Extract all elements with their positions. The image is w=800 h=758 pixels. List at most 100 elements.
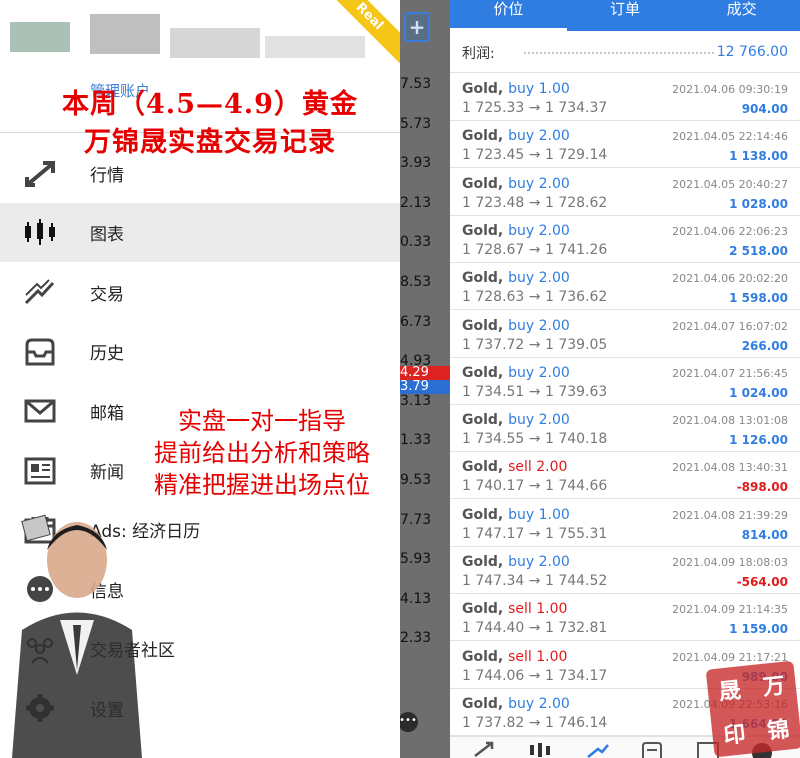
menu-item-label: 新闻: [90, 463, 124, 483]
profit-label: 利润:: [462, 46, 495, 62]
trade-row[interactable]: Gold, buy 2.00 1 728.63 → 1 736.62 2021.04…: [450, 263, 800, 311]
trade-side: sell 1.00: [508, 648, 568, 665]
trade-side: buy 2.00: [508, 364, 570, 381]
trade-prices: 1 725.33 → 1 734.37: [462, 100, 608, 116]
menu-item-label: 行情: [90, 166, 124, 186]
trade-prices: 1 747.17 → 1 755.31: [462, 525, 608, 542]
trade-prices: 1 734.55 → 1 740.18: [462, 431, 608, 448]
seal-stamp: 晟万印锦: [705, 660, 800, 758]
ask-price-label: 3.79: [400, 380, 450, 394]
trade-row[interactable]: Gold, buy 1.00 1 725.33 → 1 734.37 2021.04…: [450, 74, 800, 121]
trade-side: buy 2.00: [508, 554, 570, 570]
trade-prices: 1 737.82 → 1 746.14: [462, 714, 608, 731]
menu-item-history[interactable]: 历史: [0, 322, 400, 381]
trade-profit: 814.00: [741, 527, 788, 542]
seal-char: 锦: [766, 716, 791, 745]
chart-icon[interactable]: [528, 741, 552, 758]
trade-profit: 1 126.00: [729, 433, 788, 448]
promo-overlay: 实盘一对一指导 提前给出分析和策略 精准把握进出场点位: [122, 405, 400, 501]
trade-row[interactable]: Gold, sell 1.00 1 744.40 → 1 732.81 2021.0…: [450, 594, 800, 642]
tab-1[interactable]: 订单: [567, 0, 684, 31]
headline-line-2: 万锦晟实盘交易记录: [84, 127, 336, 158]
menu-item-chart[interactable]: 图表: [0, 203, 400, 263]
trade-time: 2021.04.08 13:40:31: [672, 461, 788, 475]
navigation-drawer: Real 管理账户 行情图表交易历史邮箱新闻Ads: 经济日历信息交易者社区设置…: [0, 0, 400, 758]
trade-prices: 1 728.63 → 1 736.62: [462, 289, 608, 306]
trade-side: buy 2.00: [508, 222, 570, 239]
menu-item-trade[interactable]: 交易: [0, 263, 400, 322]
trade-side: buy 2.00: [508, 128, 570, 145]
trade-side: buy 1.00: [508, 506, 570, 523]
trade-row[interactable]: Gold, buy 2.00 1 747.34 → 1 744.52 2021.04…: [450, 547, 800, 594]
trade-symbol: Gold, sell 1.00: [462, 601, 568, 618]
headline-overlay: 本周（4.5—4.9）黄金 万锦晟实盘交易记录: [30, 86, 390, 162]
promo-line-1: 实盘一对一指导: [178, 407, 346, 435]
trade-profit: -898.00: [736, 480, 788, 495]
trade-row[interactable]: Gold, buy 2.00 1 734.55 → 1 740.18 2021.04…: [450, 405, 800, 453]
menu-item-label: 图表: [90, 225, 124, 246]
trade-row[interactable]: Gold, sell 2.00 1 740.17 → 1 744.66 2021.0…: [450, 452, 800, 500]
trade-prices: 1 734.51 → 1 739.63: [462, 383, 608, 400]
trade-side: buy 2.00: [508, 175, 570, 192]
price-tick-label: 2.33: [400, 630, 432, 647]
menu-item-label: 交易: [90, 284, 124, 305]
trade-profit: 1 138.00: [729, 149, 788, 164]
trade-row[interactable]: Gold, buy 2.00 1 737.72 → 1 739.05 2021.04…: [450, 311, 800, 358]
quotes-icon[interactable]: [472, 741, 496, 758]
advisor-photo: [12, 514, 142, 758]
trade-prices: 1 723.45 → 1 729.14: [462, 147, 608, 164]
price-tick-label: 6.73: [400, 313, 432, 330]
trade-time: 2021.04.07 21:56:45: [672, 366, 788, 380]
trade-symbol: Gold, buy 2.00: [462, 222, 570, 239]
trade-prices: 1 737.72 → 1 739.05: [462, 336, 608, 353]
trade-time: 2021.04.05 20:40:27: [672, 177, 788, 191]
promo-line-3: 精准把握进出场点位: [154, 471, 370, 499]
trade-icon[interactable]: [586, 741, 610, 758]
trade-profit: 2 518.00: [729, 243, 788, 258]
price-tick-label: 8.53: [400, 274, 432, 290]
more-icon[interactable]: •••: [400, 712, 418, 732]
price-tick-label: 3.93: [400, 155, 432, 172]
menu-item-label: 邮箱: [90, 403, 124, 424]
trade-row[interactable]: Gold, buy 2.00 1 734.51 → 1 739.63 2021.04…: [450, 358, 800, 405]
history-icon: [22, 334, 58, 370]
trade-side: buy 2.00: [508, 412, 570, 429]
trade-symbol: Gold, buy 1.00: [462, 81, 570, 97]
trade-symbol: Gold, sell 1.00: [462, 648, 568, 665]
seal-char: 印: [722, 721, 747, 750]
trade-profit: 1 159.00: [729, 622, 788, 637]
trade-symbol: Gold, buy 2.00: [462, 364, 570, 381]
trade-prices: 1 740.17 → 1 744.66: [462, 478, 608, 495]
trade-row[interactable]: Gold, buy 2.00 1 728.67 → 1 741.26 2021.04…: [450, 216, 800, 263]
trade-symbol: Gold, sell 2.00: [462, 459, 568, 476]
trade-side: sell 1.00: [508, 601, 568, 618]
trade-time: 2021.04.06 20:02:20: [672, 272, 788, 286]
trade-profit: 1 028.00: [729, 196, 788, 211]
trade-symbol: Gold, buy 2.00: [462, 128, 570, 145]
add-icon[interactable]: +: [404, 12, 430, 42]
tab-0[interactable]: 价位: [450, 0, 567, 31]
trade-profit: 266.00: [741, 338, 788, 353]
promo-line-2: 提前给出分析和策略: [154, 439, 370, 467]
history-icon[interactable]: [640, 741, 664, 758]
headline-line-1: 本周（4.5—4.9）黄金: [62, 89, 358, 120]
trade-time: 2021.04.09 21:14:35: [672, 603, 788, 617]
trade-row[interactable]: Gold, buy 1.00 1 747.17 → 1 755.31 2021.04…: [450, 500, 800, 547]
trade-profit: 1 024.00: [729, 385, 788, 400]
trade-symbol: Gold, buy 2.00: [462, 175, 570, 192]
trade-row[interactable]: Gold, buy 2.00 1 723.45 → 1 729.14 2021.04…: [450, 121, 800, 169]
seal-char: 晟: [717, 677, 743, 706]
price-tick-label: 0.33: [400, 234, 432, 251]
tab-2[interactable]: 成交: [683, 0, 800, 31]
blurred-account-name: [10, 14, 365, 58]
trade-row[interactable]: Gold, buy 2.00 1 723.48 → 1 728.62 2021.04…: [450, 169, 800, 216]
trade-time: 2021.04.09 18:08:03: [672, 556, 788, 569]
price-tick-label: 9.53: [400, 472, 432, 488]
chart-icon: [22, 215, 58, 251]
trade-prices: 1 747.34 → 1 744.52: [462, 573, 608, 589]
trade-time: 2021.04.05 22:14:46: [672, 130, 788, 144]
trade-profit: 904.00: [741, 102, 788, 116]
profit-value: 12 766.00: [716, 44, 788, 60]
price-tick-label: 3.13: [400, 392, 432, 409]
seal-char: 万: [761, 672, 787, 701]
